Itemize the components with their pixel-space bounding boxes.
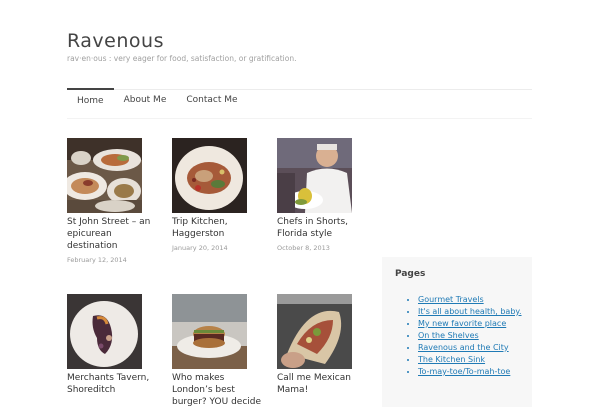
page-link[interactable]: On the Shelves xyxy=(418,331,479,340)
post-card: Merchants Tavern, Shoreditch xyxy=(67,294,157,396)
nav-item-home[interactable]: Home xyxy=(67,88,114,114)
pages-list: Gourmet Travels It's all about health, b… xyxy=(404,294,522,378)
list-item: To-may-toe/To-mah-toe xyxy=(418,366,522,378)
nav-item-contact-me[interactable]: Contact Me xyxy=(176,89,247,113)
post-date: January 20, 2014 xyxy=(172,244,228,252)
list-item: The Kitchen Sink xyxy=(418,354,522,366)
nav-item-about-me[interactable]: About Me xyxy=(114,89,177,113)
site-title[interactable]: Ravenous xyxy=(67,30,164,52)
post-title[interactable]: Chefs in Shorts, Florida style xyxy=(277,216,367,240)
post-title[interactable]: Who makes London’s best burger? YOU deci… xyxy=(172,372,262,408)
page-link[interactable]: Ravenous and the City xyxy=(418,343,509,352)
post-thumbnail[interactable] xyxy=(172,138,247,213)
post-title[interactable]: Merchants Tavern, Shoreditch xyxy=(67,372,157,396)
post-card: Who makes London’s best burger? YOU deci… xyxy=(172,294,262,408)
post-title[interactable]: Trip Kitchen, Haggerston xyxy=(172,216,262,240)
page-link[interactable]: The Kitchen Sink xyxy=(418,355,485,364)
list-item: Gourmet Travels xyxy=(418,294,522,306)
page-link[interactable]: To-may-toe/To-mah-toe xyxy=(418,367,510,376)
widget-title: Pages xyxy=(395,269,426,279)
main-navigation: Home About Me Contact Me xyxy=(67,88,248,114)
post-thumbnail[interactable] xyxy=(277,138,352,213)
post-card: Chefs in Shorts, Florida style October 8… xyxy=(277,138,367,252)
post-title[interactable]: St John Street – an epicurean destinatio… xyxy=(67,216,157,252)
post-thumbnail[interactable] xyxy=(67,294,142,369)
post-thumbnail[interactable] xyxy=(67,138,142,213)
list-item: Ravenous and the City xyxy=(418,342,522,354)
nav-bottom-divider xyxy=(67,118,532,119)
post-card: Trip Kitchen, Haggerston January 20, 201… xyxy=(172,138,262,252)
post-thumbnail[interactable] xyxy=(172,294,247,369)
list-item: On the Shelves xyxy=(418,330,522,342)
post-title[interactable]: Call me Mexican Mama! xyxy=(277,372,367,396)
page-link[interactable]: Gourmet Travels xyxy=(418,295,484,304)
sidebar-pages-widget: Pages Gourmet Travels It's all about hea… xyxy=(382,257,532,407)
post-date: February 12, 2014 xyxy=(67,256,127,264)
post-card: St John Street – an epicurean destinatio… xyxy=(67,138,157,264)
post-thumbnail[interactable] xyxy=(277,294,352,369)
page-link[interactable]: My new favorite place xyxy=(418,319,506,328)
post-date: October 8, 2013 xyxy=(277,244,330,252)
page-link[interactable]: It's all about health, baby. xyxy=(418,307,522,316)
post-card: Call me Mexican Mama! xyxy=(277,294,367,396)
site-description: rav·en·ous : very eager for food, satisf… xyxy=(67,54,297,63)
list-item: My new favorite place xyxy=(418,318,522,330)
list-item: It's all about health, baby. xyxy=(418,306,522,318)
